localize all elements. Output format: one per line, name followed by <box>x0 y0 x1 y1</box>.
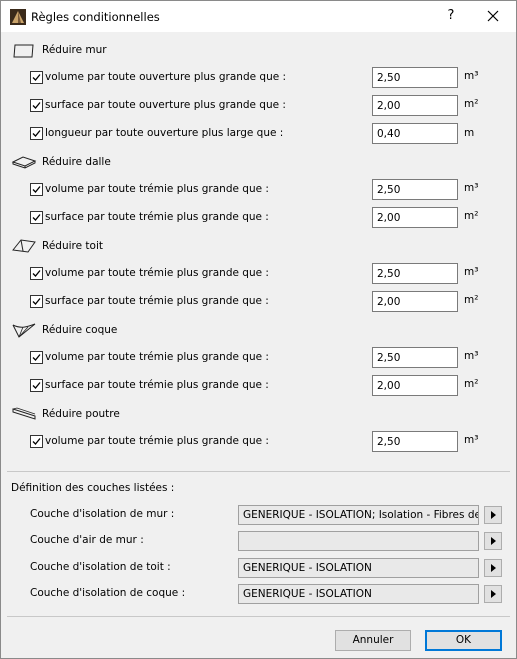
button-layer-shell-insulation[interactable] <box>484 585 502 603</box>
section-title-mur: Réduire mur <box>42 44 107 56</box>
label-mur-surface: surface par toute ouverture plus grande … <box>45 99 286 111</box>
label-poutre-volume: volume par toute trémie plus grande que … <box>45 435 269 447</box>
label-layer-shell-insulation: Couche d'isolation de coque : <box>30 587 186 599</box>
input-toit-volume[interactable] <box>372 263 458 284</box>
unit-mur-surface: m² <box>464 98 479 110</box>
layers-heading: Définition des couches listées : <box>11 482 175 494</box>
checkbox-coque-volume[interactable] <box>30 351 43 364</box>
button-layer-roof-insulation[interactable] <box>484 559 502 577</box>
checkmark-icon <box>32 270 41 277</box>
checkbox-mur-longueur[interactable] <box>30 127 43 140</box>
unit-toit-surface: m² <box>464 294 479 306</box>
checkbox-mur-surface[interactable] <box>30 99 43 112</box>
dialog-window: Règles conditionnelles ? Réduire mur vol… <box>0 0 517 659</box>
label-layer-roof-insulation: Couche d'isolation de toit : <box>30 561 171 573</box>
checkmark-icon <box>32 102 41 109</box>
checkmark-icon <box>32 130 41 137</box>
label-toit-surface: surface par toute trémie plus grande que… <box>45 295 269 307</box>
shell-icon <box>12 323 36 338</box>
checkmark-icon <box>32 74 41 81</box>
unit-poutre-volume: m³ <box>464 434 479 446</box>
section-title-poutre: Réduire poutre <box>42 408 120 420</box>
label-toit-volume: volume par toute trémie plus grande que … <box>45 267 269 279</box>
field-layer-wall-air[interactable] <box>238 531 479 551</box>
checkmark-icon <box>32 214 41 221</box>
field-layer-shell-insulation[interactable]: GENERIQUE - ISOLATION <box>238 584 479 604</box>
unit-mur-longueur: m <box>464 127 475 139</box>
divider <box>7 616 510 617</box>
section-title-coque: Réduire coque <box>42 324 118 336</box>
play-arrow-icon <box>491 537 496 545</box>
button-layer-wall-air[interactable] <box>484 532 502 550</box>
field-layer-roof-insulation[interactable]: GENERIQUE - ISOLATION <box>238 558 479 578</box>
wall-icon <box>13 44 34 58</box>
beam-icon <box>12 407 36 420</box>
slab-icon <box>11 156 37 169</box>
play-arrow-icon <box>491 564 496 572</box>
divider <box>7 471 510 472</box>
label-coque-volume: volume par toute trémie plus grande que … <box>45 351 269 363</box>
label-dalle-surface: surface par toute trémie plus grande que… <box>45 211 269 223</box>
unit-dalle-surface: m² <box>464 210 479 222</box>
label-mur-longueur: longueur par toute ouverture plus large … <box>45 127 284 139</box>
input-mur-longueur[interactable] <box>372 123 458 144</box>
ok-button[interactable]: OK <box>425 630 502 651</box>
checkbox-dalle-surface[interactable] <box>30 211 43 224</box>
input-toit-surface[interactable] <box>372 291 458 312</box>
input-poutre-volume[interactable] <box>372 431 458 452</box>
roof-icon <box>12 239 36 253</box>
unit-dalle-volume: m³ <box>464 182 479 194</box>
checkmark-icon <box>32 382 41 389</box>
button-layer-wall-insulation[interactable] <box>484 506 502 524</box>
label-layer-wall-insulation: Couche d'isolation de mur : <box>30 508 175 520</box>
label-mur-volume: volume par toute ouverture plus grande q… <box>45 71 287 83</box>
close-button[interactable] <box>481 5 505 27</box>
input-mur-surface[interactable] <box>372 95 458 116</box>
checkbox-coque-surface[interactable] <box>30 379 43 392</box>
cancel-button[interactable]: Annuler <box>335 630 411 651</box>
input-dalle-surface[interactable] <box>372 207 458 228</box>
checkmark-icon <box>32 298 41 305</box>
unit-coque-volume: m³ <box>464 350 479 362</box>
input-coque-volume[interactable] <box>372 347 458 368</box>
checkbox-mur-volume[interactable] <box>30 71 43 84</box>
play-arrow-icon <box>491 511 496 519</box>
help-button[interactable]: ? <box>441 5 461 27</box>
section-title-toit: Réduire toit <box>42 240 103 252</box>
checkbox-toit-surface[interactable] <box>30 295 43 308</box>
checkmark-icon <box>32 438 41 445</box>
section-title-dalle: Réduire dalle <box>42 156 111 168</box>
play-arrow-icon <box>491 590 496 598</box>
field-layer-wall-insulation[interactable]: GENERIQUE - ISOLATION; Isolation - Fibre… <box>238 505 479 525</box>
unit-toit-volume: m³ <box>464 266 479 278</box>
archicad-app-icon <box>10 9 26 25</box>
input-dalle-volume[interactable] <box>372 179 458 200</box>
window-title: Règles conditionnelles <box>31 10 160 24</box>
checkmark-icon <box>32 354 41 361</box>
unit-mur-volume: m³ <box>464 70 479 82</box>
checkbox-toit-volume[interactable] <box>30 267 43 280</box>
label-coque-surface: surface par toute trémie plus grande que… <box>45 379 269 391</box>
input-mur-volume[interactable] <box>372 67 458 88</box>
label-dalle-volume: volume par toute trémie plus grande que … <box>45 183 269 195</box>
checkbox-poutre-volume[interactable] <box>30 435 43 448</box>
checkmark-icon <box>32 186 41 193</box>
label-layer-wall-air: Couche d'air de mur : <box>30 534 144 546</box>
input-coque-surface[interactable] <box>372 375 458 396</box>
title-bar: Règles conditionnelles ? <box>1 1 516 32</box>
unit-coque-surface: m² <box>464 378 479 390</box>
checkbox-dalle-volume[interactable] <box>30 183 43 196</box>
close-icon <box>487 10 499 22</box>
